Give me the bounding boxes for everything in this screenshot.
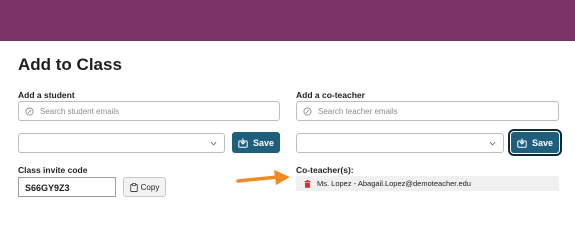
chevron-down-icon bbox=[489, 141, 496, 146]
student-search-input[interactable] bbox=[40, 106, 260, 116]
annotation-arrow-icon bbox=[236, 170, 290, 185]
invite-code-label: Class invite code bbox=[18, 165, 88, 175]
student-save-label: Save bbox=[252, 137, 275, 148]
page-title: Add to Class bbox=[18, 55, 122, 74]
add-student-label: Add a student bbox=[18, 90, 75, 100]
coteacher-search-input[interactable] bbox=[318, 106, 538, 116]
coteacher-list-item: Ms. Lopez - Abagail.Lopez@demoteacher.ed… bbox=[296, 176, 559, 191]
search-icon bbox=[303, 106, 312, 116]
coteacher-list-label: Co-teacher(s): bbox=[296, 165, 354, 175]
save-icon bbox=[238, 138, 248, 148]
header-band bbox=[0, 0, 575, 41]
coteacher-search-field[interactable] bbox=[296, 101, 559, 121]
save-icon bbox=[517, 138, 527, 148]
coteacher-save-button[interactable]: Save bbox=[508, 129, 562, 156]
invite-code-field[interactable]: S66GY9Z3 bbox=[18, 177, 116, 197]
clipboard-icon bbox=[129, 182, 138, 192]
trash-icon[interactable] bbox=[304, 179, 311, 188]
chevron-down-icon bbox=[210, 141, 217, 146]
coteacher-save-label: Save bbox=[531, 137, 554, 148]
add-coteacher-label: Add a co-teacher bbox=[296, 90, 365, 100]
copy-button[interactable]: Copy bbox=[123, 177, 166, 197]
coteacher-select[interactable] bbox=[296, 133, 504, 153]
coteacher-entry-text: Ms. Lopez - Abagail.Lopez@demoteacher.ed… bbox=[317, 179, 471, 188]
search-icon bbox=[25, 106, 34, 116]
copy-label: Copy bbox=[140, 182, 160, 192]
student-select[interactable] bbox=[18, 133, 225, 153]
student-search-field[interactable] bbox=[18, 101, 280, 121]
student-save-button[interactable]: Save bbox=[232, 132, 280, 153]
